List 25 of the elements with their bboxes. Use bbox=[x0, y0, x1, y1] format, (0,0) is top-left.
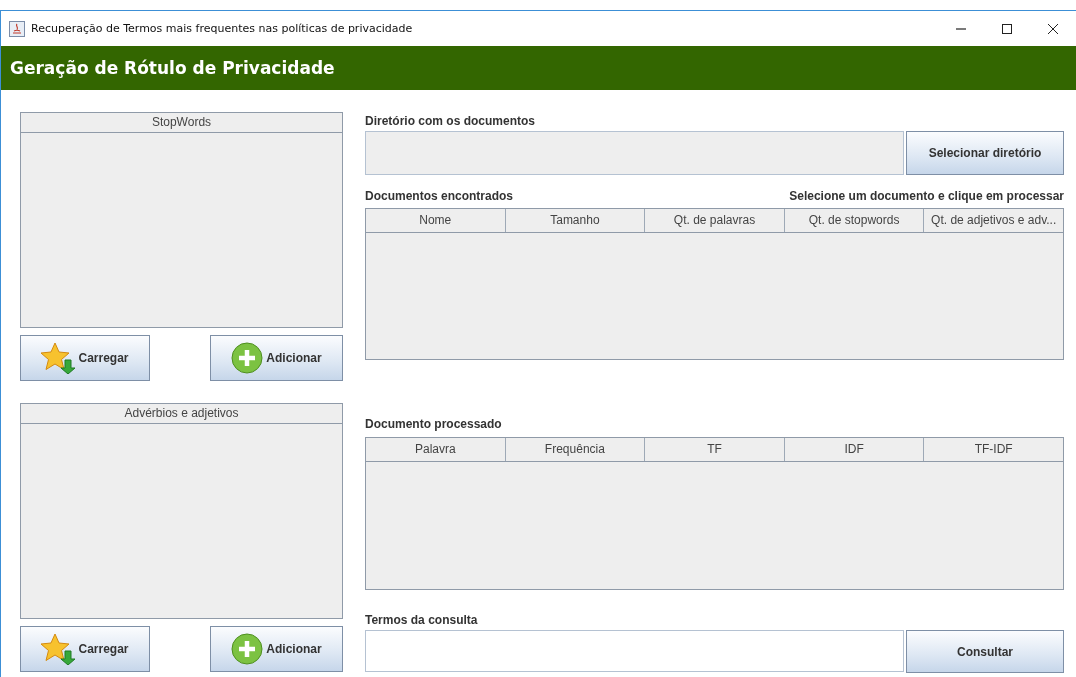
star-download-icon bbox=[41, 633, 76, 665]
close-icon bbox=[1047, 22, 1059, 35]
list-header: Advérbios e adjetivos bbox=[21, 404, 342, 424]
plus-circle-icon bbox=[231, 633, 264, 665]
list-header: StopWords bbox=[21, 113, 342, 133]
minimize-icon bbox=[955, 27, 967, 30]
app-icon bbox=[9, 20, 25, 37]
add-button[interactable]: Adicionar bbox=[210, 626, 343, 672]
select-directory-button[interactable]: Selecionar diretório bbox=[906, 131, 1064, 175]
section-label: Termos da consulta bbox=[365, 613, 479, 627]
plus-circle-icon bbox=[231, 342, 264, 374]
section-label: Documento processado bbox=[365, 417, 503, 431]
query-field[interactable] bbox=[365, 630, 904, 672]
window-title: Recuperação de Termos mais frequentes nas políticas de privacidade bbox=[31, 22, 413, 35]
section-label: Documentos encontrados bbox=[365, 189, 514, 203]
query-button[interactable]: Consultar bbox=[906, 630, 1064, 673]
star-download-icon bbox=[41, 342, 76, 374]
header-title: Geração de Rótulo de Privacidade bbox=[10, 58, 335, 78]
hint-text: Selecione um documento e clique em processar bbox=[789, 189, 1064, 203]
add-button[interactable]: Adicionar bbox=[210, 335, 343, 381]
maximize-icon bbox=[1001, 22, 1013, 35]
load-button[interactable]: Carregar bbox=[20, 335, 150, 381]
load-button[interactable]: Carregar bbox=[20, 626, 150, 672]
directory-field[interactable] bbox=[365, 131, 904, 175]
section-label: Diretório com os documentos bbox=[365, 114, 537, 128]
